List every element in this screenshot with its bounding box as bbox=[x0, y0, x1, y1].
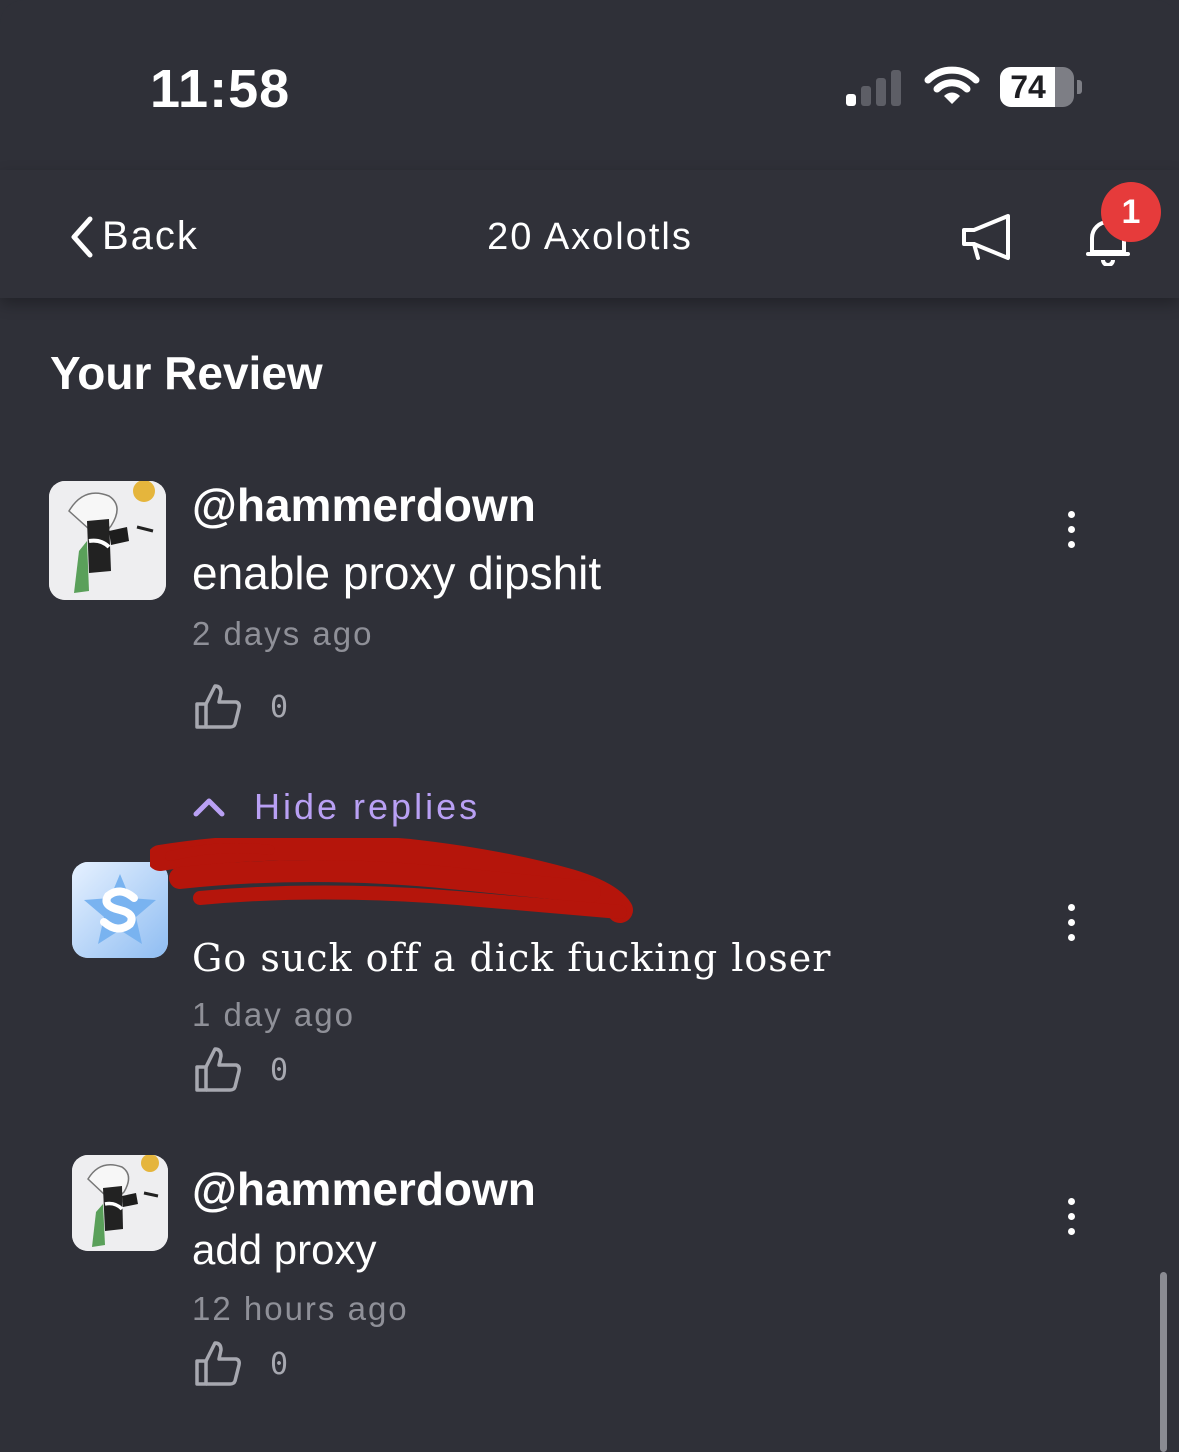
hide-replies-label: Hide replies bbox=[254, 786, 481, 827]
comment-text: add proxy bbox=[192, 1226, 377, 1273]
comment-timestamp: 2 days ago bbox=[192, 615, 374, 652]
more-vertical-icon[interactable] bbox=[1061, 901, 1081, 945]
back-label: Back bbox=[102, 214, 199, 258]
comment-timestamp: 12 hours ago bbox=[192, 1290, 409, 1327]
avatar[interactable] bbox=[49, 481, 166, 600]
avatar[interactable] bbox=[72, 1155, 168, 1251]
status-bar: 11:58 74 bbox=[0, 0, 1179, 160]
page-title: 20 Axolotls bbox=[487, 216, 693, 258]
navigation-bar: Back 20 Axolotls 1 bbox=[0, 170, 1179, 298]
scrollbar[interactable] bbox=[1160, 1272, 1167, 1452]
app-screen: 11:58 74 Back 20 Axolotls 1 Your Review … bbox=[0, 0, 1179, 1452]
megaphone-icon[interactable] bbox=[958, 212, 1014, 264]
back-button[interactable]: Back bbox=[68, 214, 199, 259]
back-chevron-icon bbox=[71, 216, 93, 257]
battery-indicator: 74 bbox=[1000, 67, 1074, 107]
chevron-up-icon bbox=[193, 798, 225, 817]
notification-badge: 1 bbox=[1101, 182, 1161, 242]
like-count: 0 bbox=[270, 690, 289, 725]
avatar-image bbox=[72, 1155, 168, 1251]
section-title: Your Review bbox=[50, 347, 323, 399]
wifi-icon bbox=[924, 66, 980, 104]
thumbs-up-icon[interactable] bbox=[193, 1045, 243, 1095]
comment-text: Go suck off a dick fucking loser bbox=[192, 936, 832, 980]
status-time: 11:58 bbox=[150, 59, 291, 119]
battery-level: 74 bbox=[1010, 69, 1046, 105]
thumbs-up-icon[interactable] bbox=[193, 682, 243, 732]
signal-icon bbox=[846, 70, 906, 106]
like-count: 0 bbox=[270, 1053, 289, 1088]
thumbs-up-icon[interactable] bbox=[193, 1339, 243, 1389]
avatar-image bbox=[49, 481, 166, 600]
like-count: 0 bbox=[270, 1347, 289, 1382]
more-vertical-icon[interactable] bbox=[1061, 1195, 1081, 1239]
comment-username[interactable]: @hammerdown bbox=[192, 1162, 536, 1216]
comment-timestamp: 1 day ago bbox=[192, 996, 355, 1033]
hide-replies-button[interactable]: Hide replies bbox=[192, 786, 480, 828]
more-vertical-icon[interactable] bbox=[1061, 508, 1081, 552]
battery-nub bbox=[1077, 80, 1082, 94]
redaction-scribble bbox=[150, 838, 633, 923]
comment-text: enable proxy dipshit bbox=[192, 547, 602, 599]
comment-username[interactable]: @hammerdown bbox=[192, 478, 536, 532]
